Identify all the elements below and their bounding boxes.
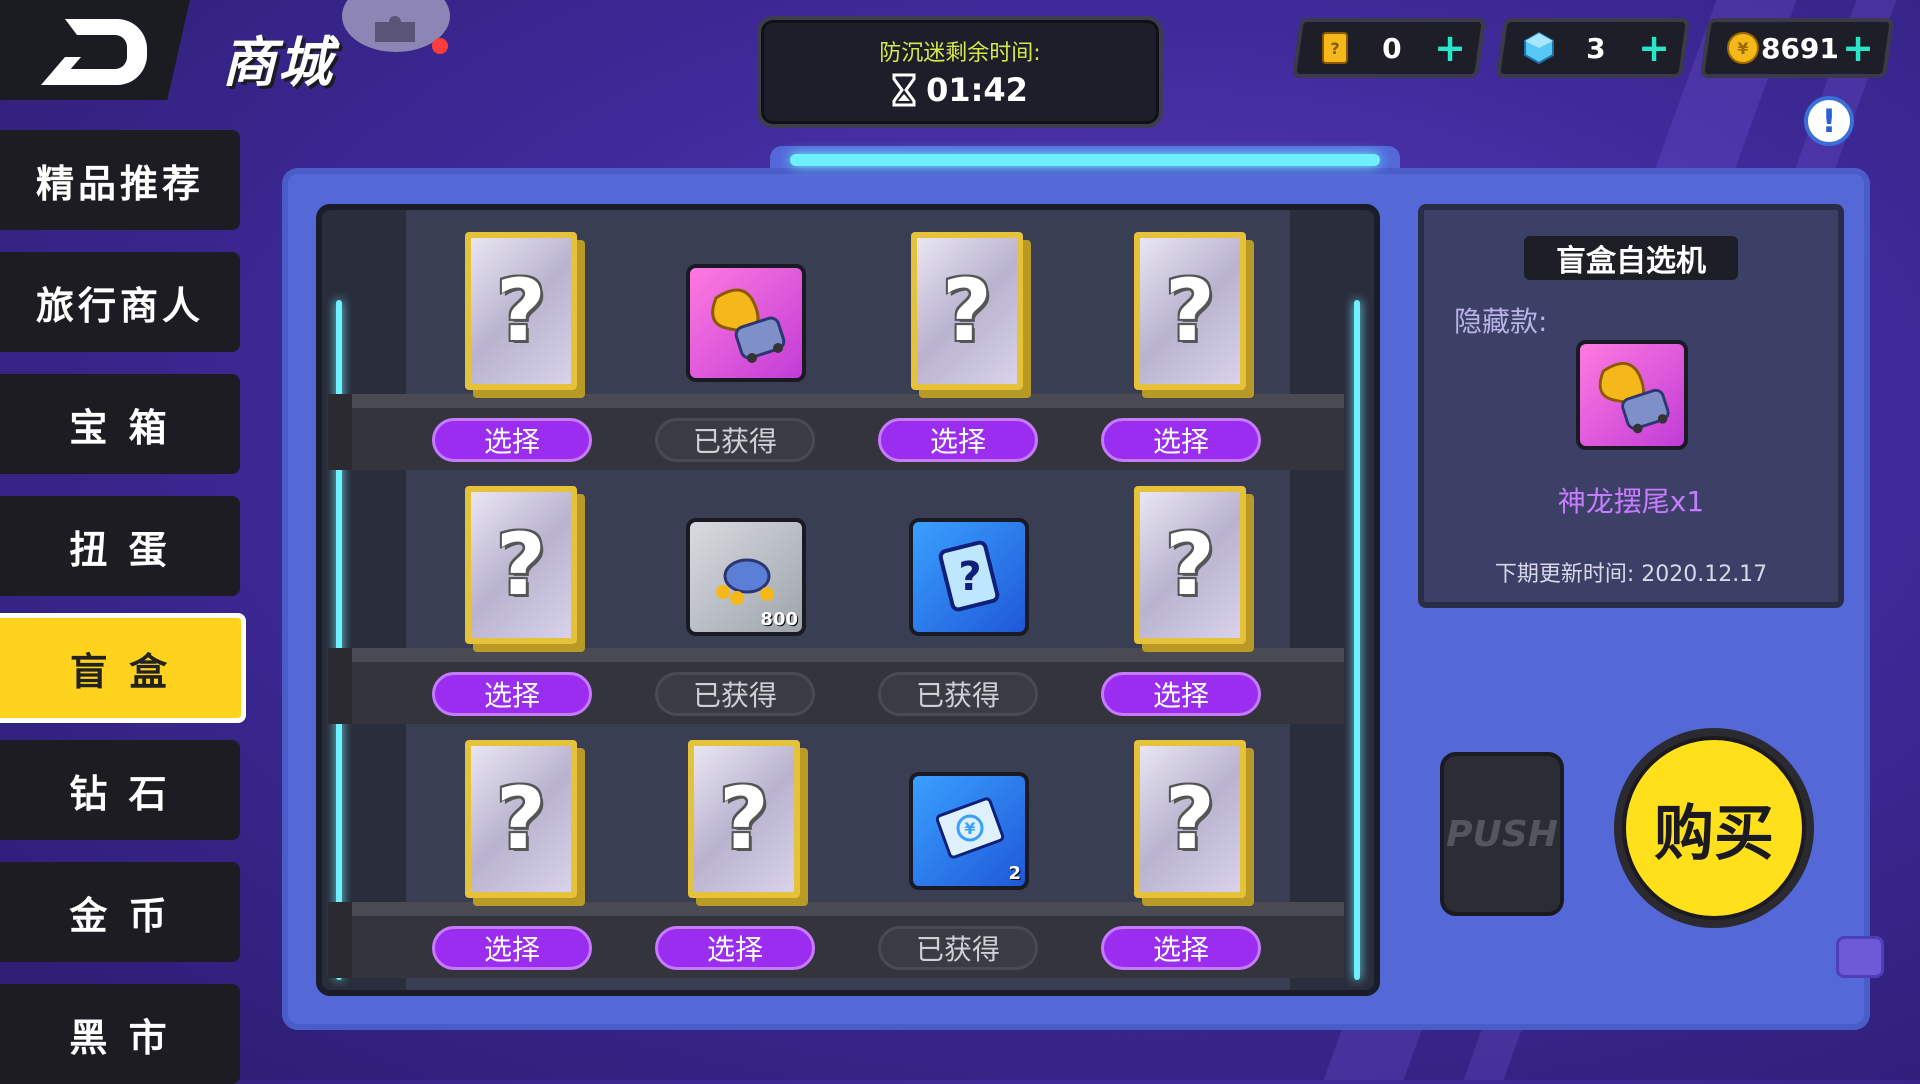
question-mark-icon: ? [942,261,992,361]
add-ticket-button[interactable]: + [1432,26,1468,70]
obtained-button: 已获得 [655,672,815,716]
question-mark-icon: ? [496,261,546,361]
svg-text:?: ? [1330,39,1339,58]
page-title: 商城 [222,31,334,94]
random-card-item: ? [909,518,1029,636]
item-quantity: 800 [760,609,798,630]
hidden-item-name: 神龙摆尾x1 [1557,485,1705,518]
currency-coin: ¥ 8691 + [1699,18,1895,78]
mystery-box[interactable]: ? [1134,486,1250,646]
item-quantity: 2 [1008,863,1021,884]
next-update-time: 下期更新时间: 2020.12.17 [1494,562,1768,587]
sidebar-item-gacha[interactable]: 扭 蛋 [0,496,240,596]
mystery-box[interactable]: ? [1134,740,1250,900]
select-button[interactable]: 选择 [655,926,815,970]
anti-addiction-timer: 防沉迷剩余时间: 01:42 [757,16,1163,128]
add-coin-button[interactable]: + [1840,26,1876,70]
add-diamond-button[interactable]: + [1636,26,1672,70]
select-button[interactable]: 选择 [1101,672,1261,716]
select-button[interactable]: 选择 [432,418,592,462]
currency-ticket: ? 0 + [1291,18,1487,78]
sidebar-item-blind-box[interactable]: 盲 盒 [0,613,246,723]
coins-pile-item: 800 [686,518,806,636]
panel-glow [790,154,1380,166]
mystery-box[interactable]: ? [688,740,804,900]
notification-dot [432,38,448,54]
push-button[interactable]: PUSH [1440,752,1564,916]
question-mark-icon: ? [1165,769,1215,869]
mystery-box[interactable]: ? [465,486,581,646]
timer-value: 01:42 [926,71,1028,109]
mystery-box[interactable]: ? [911,232,1027,392]
diamond-icon [1522,31,1556,65]
coin-count: 8691 [1761,31,1839,65]
svg-text:?: ? [958,554,981,600]
sidebar-item-label: 旅行商人 [35,283,204,328]
info-title: 盲盒自选机 [1524,236,1738,280]
sidebar-item-label: 金 币 [69,893,171,938]
back-button[interactable] [0,0,190,100]
diamond-count: 3 [1586,31,1606,65]
mystery-box[interactable]: ? [465,232,581,392]
info-button[interactable]: ! [1804,96,1854,146]
sidebar-item-label: 盲 盒 [69,649,172,694]
side-tab-button[interactable] [1836,936,1884,978]
sidebar-item-label: 精品推荐 [35,161,204,206]
hidden-item-card [1576,340,1688,450]
question-mark-icon: ? [496,515,546,615]
sidebar-item-label: 黑 市 [69,1015,171,1060]
sidebar-item-black-market[interactable]: 黑 市 [0,984,240,1084]
neon-strip-right [1354,300,1360,980]
mystery-box[interactable]: ? [465,740,581,900]
ticket-icon: ? [1318,31,1352,65]
select-button[interactable]: 选择 [878,418,1038,462]
dragon-tail-icon [1598,362,1670,434]
select-button[interactable]: 选择 [1101,418,1261,462]
timer-label: 防沉迷剩余时间: [879,41,1041,66]
question-mark-icon: ? [1165,261,1215,361]
sidebar-item-gold[interactable]: 金 币 [0,862,240,962]
sidebar-item-label: 扭 蛋 [69,527,171,572]
coupon-item: ¥ 2 [909,772,1029,890]
puzzle-icon [375,16,415,42]
random-card-icon: ? [938,540,1000,612]
sidebar-item-chest[interactable]: 宝 箱 [0,374,240,474]
svg-text:¥: ¥ [964,819,975,838]
hidden-item-label: 隐藏款: [1454,305,1548,338]
sidebar-item-diamond[interactable]: 钻 石 [0,740,240,840]
question-mark-icon: ? [719,769,769,869]
question-mark-icon: ? [496,769,546,869]
sidebar-item-traveling-merchant[interactable]: 旅行商人 [0,252,240,352]
dragon-tail-icon [711,288,786,363]
hourglass-icon [892,73,916,107]
select-button[interactable]: 选择 [1101,926,1261,970]
ticket-count: 0 [1382,31,1402,65]
coupon-icon: ¥ [935,797,1005,859]
sidebar-item-label: 宝 箱 [69,405,171,450]
obtained-button: 已获得 [878,926,1038,970]
question-mark-icon: ? [1165,515,1215,615]
sidebar-item-label: 钻 石 [69,771,171,816]
select-button[interactable]: 选择 [432,926,592,970]
coins-pile-icon [716,558,774,605]
mystery-box[interactable]: ? [1134,232,1250,392]
svg-text:¥: ¥ [1737,39,1748,58]
obtained-button: 已获得 [655,418,815,462]
exclamation-icon: ! [1821,102,1837,140]
coin-icon: ¥ [1726,31,1760,65]
obtained-button: 已获得 [878,672,1038,716]
buy-button-label: 购买 [1622,736,1806,920]
currency-diamond: 3 + [1495,18,1691,78]
back-arrow-icon [41,19,147,85]
sidebar-item-featured[interactable]: 精品推荐 [0,130,240,230]
buy-button[interactable]: 购买 [1614,728,1814,928]
dragon-tail-item [686,264,806,382]
select-button[interactable]: 选择 [432,672,592,716]
